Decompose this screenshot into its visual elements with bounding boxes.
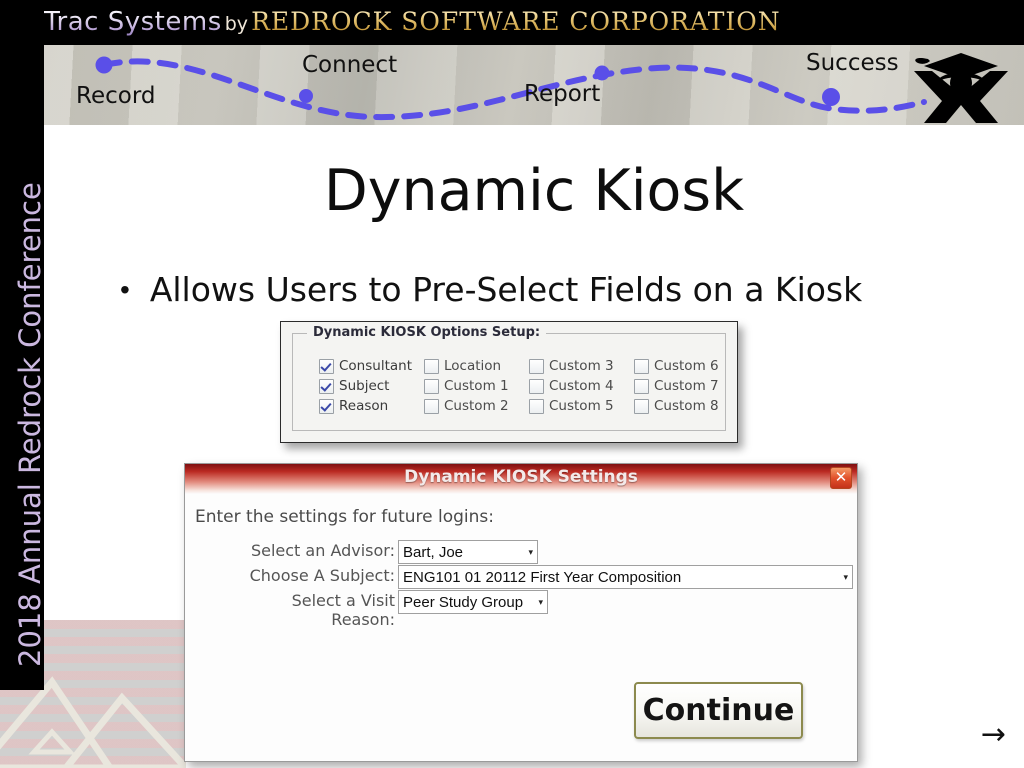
chevron-down-icon: ▾: [538, 596, 543, 607]
stage-label-success: Success: [806, 50, 899, 76]
process-banner: Record Connect Report Success: [44, 45, 1024, 125]
kiosk-option-label: Custom 4: [549, 378, 614, 394]
checkbox-icon[interactable]: [424, 378, 439, 394]
checkbox-icon[interactable]: [634, 358, 649, 374]
graduate-figure-icon: [914, 53, 1008, 123]
stage-label-record: Record: [76, 83, 156, 109]
reason-field-label: Select a Visit Reason:: [207, 590, 398, 629]
kiosk-option-custom-2[interactable]: Custom 2: [424, 396, 529, 416]
bullet-text: Allows Users to Pre-Select Fields on a K…: [149, 270, 863, 309]
checkbox-icon[interactable]: [319, 358, 334, 374]
advisor-field-label: Select an Advisor:: [250, 541, 395, 560]
subject-select[interactable]: ENG101 01 20112 First Year Composition ▾: [398, 565, 853, 589]
subject-field-label: Choose A Subject:: [249, 566, 395, 585]
conference-sidebar-label: 2018 Annual Redrock Conference: [13, 182, 47, 667]
logo-company-name: REDROCK SOFTWARE CORPORATION: [251, 7, 781, 36]
slide-canvas: Record Connect Report Success Trac Syste…: [0, 0, 1024, 768]
checkbox-icon[interactable]: [424, 358, 439, 374]
logo-trac-systems: Trac Systems: [44, 7, 222, 37]
kiosk-option-label: Custom 3: [549, 358, 614, 374]
reason-field-label-line2: Reason:: [331, 610, 395, 629]
kiosk-option-label: Subject: [339, 378, 390, 394]
reason-select-value: Peer Study Group: [403, 593, 524, 611]
kiosk-option-custom-5[interactable]: Custom 5: [529, 396, 634, 416]
checkbox-icon[interactable]: [529, 358, 544, 374]
next-slide-arrow-icon[interactable]: →: [981, 720, 1006, 750]
kiosk-option-custom-8[interactable]: Custom 8: [634, 396, 739, 416]
kiosk-option-consultant[interactable]: Consultant: [319, 356, 424, 376]
kiosk-option-subject[interactable]: Subject: [319, 376, 424, 396]
close-icon[interactable]: ✕: [830, 467, 852, 489]
stage-label-report: Report: [524, 81, 601, 107]
checkbox-icon[interactable]: [634, 378, 649, 394]
kiosk-option-custom-1[interactable]: Custom 1: [424, 376, 529, 396]
checkbox-icon[interactable]: [529, 378, 544, 394]
kiosk-option-custom-3[interactable]: Custom 3: [529, 356, 634, 376]
continue-button[interactable]: Continue: [634, 682, 803, 739]
kiosk-option-label: Custom 1: [444, 378, 509, 394]
field-row-reason: Select a Visit Reason: Peer Study Group …: [207, 590, 548, 629]
kiosk-settings-dialog: Dynamic KIOSK Settings ✕ Enter the setti…: [184, 463, 858, 762]
chevron-down-icon: ▾: [528, 546, 533, 557]
kiosk-options-checkbox-grid: Consultant Location Custom 3 Custom 6 Subjec…: [319, 356, 739, 416]
checkbox-icon[interactable]: [634, 398, 649, 414]
options-panel-legend: Dynamic KIOSK Options Setup:: [307, 325, 547, 340]
bullet-list-item: • Allows Users to Pre-Select Fields on a…: [120, 268, 862, 312]
top-black-strip: Trac Systems by REDROCK SOFTWARE CORPORATI…: [0, 0, 1024, 45]
reason-field-label-line1: Select a Visit: [291, 591, 395, 610]
options-fieldset: Dynamic KIOSK Options Setup: Consultant L…: [292, 325, 726, 431]
conference-sidebar: 2018 Annual Redrock Conference: [0, 0, 47, 690]
checkbox-icon[interactable]: [424, 398, 439, 414]
chevron-down-icon: ▾: [843, 571, 848, 582]
kiosk-option-label: Location: [444, 358, 502, 374]
advisor-select[interactable]: Bart, Joe ▾: [398, 540, 538, 564]
checkbox-icon[interactable]: [319, 398, 334, 414]
kiosk-option-custom-6[interactable]: Custom 6: [634, 356, 739, 376]
dialog-titlebar: Dynamic KIOSK Settings ✕: [185, 464, 857, 494]
kiosk-option-label: Custom 5: [549, 398, 614, 414]
kiosk-option-custom-7[interactable]: Custom 7: [634, 376, 739, 396]
logo-by-word: by: [224, 13, 249, 35]
kiosk-option-label: Custom 6: [654, 358, 719, 374]
stage-label-connect: Connect: [302, 52, 398, 78]
brand-logo: Trac Systems by REDROCK SOFTWARE CORPORATI…: [44, 6, 781, 39]
checkbox-icon[interactable]: [319, 378, 334, 394]
bullet-marker-icon: •: [120, 274, 130, 305]
kiosk-option-location[interactable]: Location: [424, 356, 529, 376]
kiosk-options-panel: Dynamic KIOSK Options Setup: Consultant L…: [280, 321, 738, 443]
kiosk-option-custom-4[interactable]: Custom 4: [529, 376, 634, 396]
reason-select[interactable]: Peer Study Group ▾: [398, 590, 548, 614]
advisor-select-value: Bart, Joe: [403, 543, 464, 561]
kiosk-option-label: Custom 2: [444, 398, 509, 414]
checkbox-icon[interactable]: [529, 398, 544, 414]
field-row-subject: Choose A Subject: ENG101 01 20112 First …: [207, 565, 853, 589]
subject-select-value: ENG101 01 20112 First Year Composition: [403, 568, 682, 586]
page-title: Dynamic Kiosk: [323, 158, 745, 224]
kiosk-option-reason[interactable]: Reason: [319, 396, 424, 416]
dialog-intro-text: Enter the settings for future logins:: [195, 507, 494, 527]
kiosk-option-label: Consultant: [339, 358, 412, 374]
kiosk-option-label: Reason: [339, 398, 389, 414]
kiosk-option-label: Custom 8: [654, 398, 719, 414]
field-row-advisor: Select an Advisor: Bart, Joe ▾: [207, 540, 538, 564]
kiosk-option-label: Custom 7: [654, 378, 719, 394]
dialog-title-text: Dynamic KIOSK Settings: [404, 467, 638, 487]
